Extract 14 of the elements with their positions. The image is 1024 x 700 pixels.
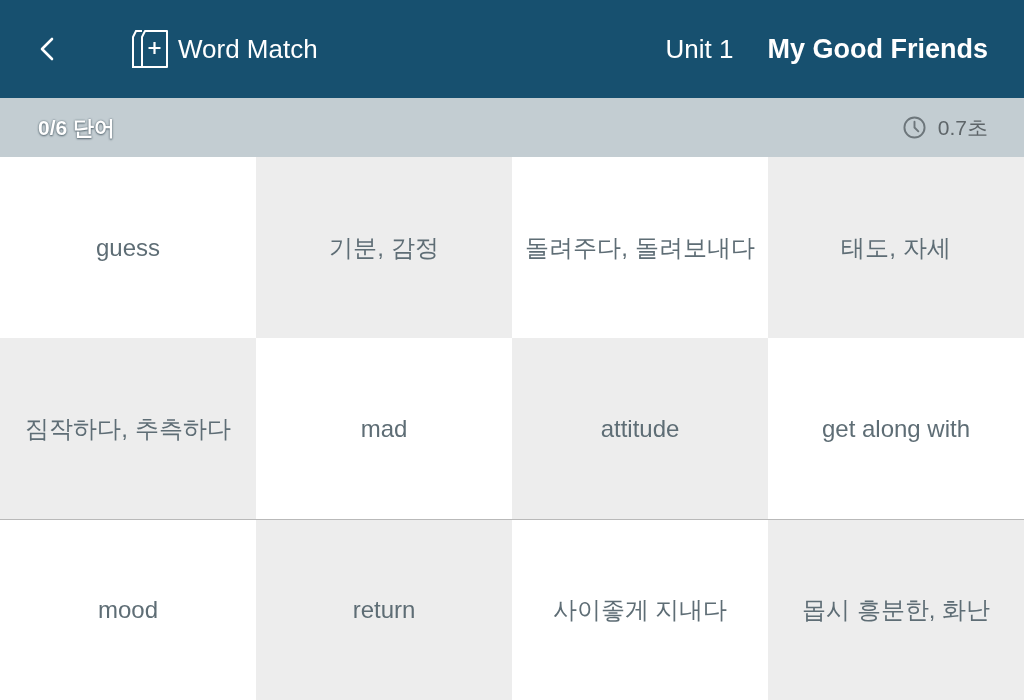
- clock-icon: [902, 116, 926, 139]
- back-chevron-icon: [40, 37, 54, 61]
- word-tile[interactable]: attitude: [512, 338, 768, 519]
- word-tile[interactable]: 태도, 자세: [768, 157, 1024, 338]
- word-tile[interactable]: return: [256, 519, 512, 700]
- cards-plus-icon: [132, 30, 168, 68]
- word-tile[interactable]: 몹시 흥분한, 화난: [768, 519, 1024, 700]
- elapsed-time: 0.7초: [937, 114, 988, 141]
- lesson-title: My Good Friends: [767, 33, 988, 65]
- progress-count: 0/6 단어: [38, 114, 116, 141]
- word-tile[interactable]: 기분, 감정: [256, 157, 512, 338]
- app-title: Word Match: [178, 33, 318, 65]
- word-tile[interactable]: 짐작하다, 추측하다: [0, 338, 256, 519]
- unit-label: Unit 1: [665, 33, 734, 65]
